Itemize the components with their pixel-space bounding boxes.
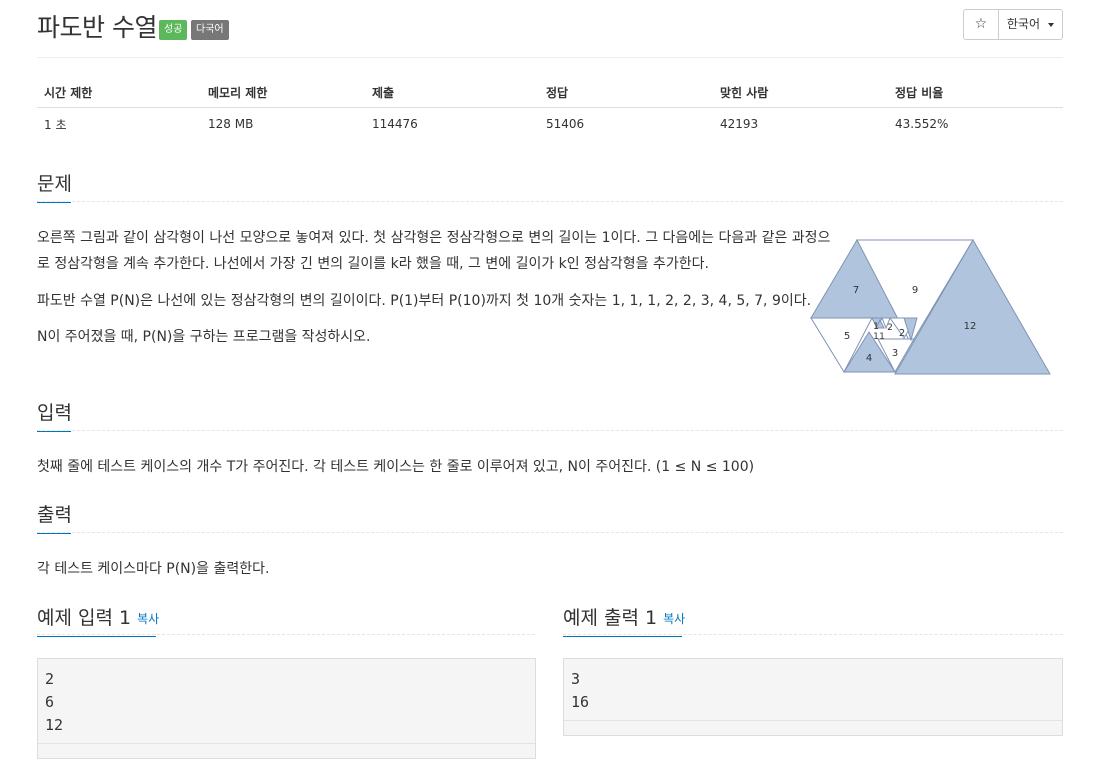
copy-sample-output-button[interactable]: 복사 bbox=[663, 612, 685, 626]
input-description: 첫째 줄에 테스트 케이스의 개수 T가 주어진다. 각 테스트 케이스는 한 … bbox=[37, 459, 755, 475]
padovan-spiral-figure: 7 9 5 1 2 1 1 2 4 3 12 bbox=[810, 239, 1051, 375]
figure-label: 1 bbox=[873, 332, 879, 342]
status-badge-multilang: 다국어 bbox=[191, 20, 229, 40]
sample-input-heading-text: 예제 입력 1 bbox=[37, 607, 132, 629]
heading-underline bbox=[37, 636, 156, 637]
table-header-cell: 정답 bbox=[539, 78, 713, 108]
star-icon: ☆ bbox=[974, 16, 988, 32]
problem-text-task: N이 주어졌을 때, P(N)을 구하는 프로그램을 작성하시오. bbox=[37, 329, 371, 345]
sample-input-line: 2 bbox=[45, 670, 55, 688]
status-badge-success: 성공 bbox=[159, 20, 188, 40]
output-description: 각 테스트 케이스마다 P(N)을 출력한다. bbox=[37, 561, 270, 577]
section-divider bbox=[37, 532, 1063, 533]
sample-input-line: 6 bbox=[45, 693, 55, 711]
sample-input-line: 12 bbox=[45, 716, 64, 734]
table-header-cell: 시간 제한 bbox=[37, 78, 201, 108]
table-cell: 114476 bbox=[372, 117, 418, 131]
page-title: 파도반 수열 bbox=[37, 13, 157, 42]
table-header-cell: 제출 bbox=[365, 78, 539, 108]
figure-label: 7 bbox=[853, 285, 859, 296]
output-heading: 출력 bbox=[37, 500, 72, 534]
problem-heading-text: 문제 bbox=[37, 173, 72, 195]
figure-label: 12 bbox=[964, 321, 977, 332]
figure-label: 2 bbox=[887, 323, 893, 333]
figure-label: 5 bbox=[844, 331, 850, 342]
caret-down-icon bbox=[1048, 22, 1054, 27]
star-button[interactable]: ☆ bbox=[962, 9, 999, 40]
sample-input-box[interactable]: 2 6 12 bbox=[37, 658, 536, 759]
table-header-cell: 맞힌 사람 bbox=[713, 78, 888, 108]
problem-text-sequence: 파도반 수열 P(N)은 나선에 있는 정삼각형의 변의 길이이다. P(1)부… bbox=[37, 293, 812, 309]
table-cell: 1 초 bbox=[44, 117, 67, 132]
input-heading: 입력 bbox=[37, 398, 72, 432]
problem-text-line: 로 정삼각형을 계속 추가한다. 나선에서 가장 긴 변의 길이를 k라 했을 … bbox=[37, 256, 709, 272]
heading-underline bbox=[37, 202, 71, 203]
figure-label: 1 bbox=[873, 322, 879, 332]
sample-output-line: 16 bbox=[571, 693, 590, 711]
sample-output-heading-text: 예제 출력 1 bbox=[563, 607, 658, 629]
heading-underline bbox=[563, 636, 682, 637]
sample-box-scroll-area bbox=[38, 743, 535, 758]
input-heading-text: 입력 bbox=[37, 402, 72, 424]
figure-label: 9 bbox=[912, 285, 918, 296]
header-divider bbox=[37, 57, 1063, 58]
header-actions: ☆ 한국어 bbox=[962, 9, 1063, 40]
problem-heading: 문제 bbox=[37, 169, 72, 203]
sample-output-line: 3 bbox=[571, 670, 581, 688]
sample-output-box[interactable]: 3 16 bbox=[563, 658, 1063, 736]
copy-sample-input-button[interactable]: 복사 bbox=[137, 612, 159, 626]
output-heading-text: 출력 bbox=[37, 504, 72, 526]
table-row: 1 초 128 MB 114476 51406 42193 43.552% bbox=[37, 108, 1063, 141]
problem-text-line: 오른쪽 그림과 같이 삼각형이 나선 모양으로 놓여져 있다. 첫 삼각형은 정… bbox=[37, 230, 831, 246]
table-header-cell: 정답 비율 bbox=[888, 78, 1063, 108]
table-cell: 128 MB bbox=[208, 117, 254, 131]
sample-input-heading: 예제 입력 1 복사 bbox=[37, 603, 159, 637]
sample-output-heading: 예제 출력 1 복사 bbox=[563, 603, 685, 637]
problem-info-table: 시간 제한 메모리 제한 제출 정답 맞힌 사람 정답 비율 1 초 128 M… bbox=[37, 78, 1063, 140]
section-divider bbox=[37, 430, 1063, 431]
sample-box-scroll-area bbox=[564, 720, 1062, 735]
problem-description: 오른쪽 그림과 같이 삼각형이 나선 모양으로 놓여져 있다. 첫 삼각형은 정… bbox=[37, 225, 831, 277]
language-dropdown[interactable]: 한국어 bbox=[997, 9, 1063, 40]
figure-label: 2 bbox=[899, 328, 905, 339]
table-cell: 51406 bbox=[546, 117, 585, 131]
heading-underline bbox=[37, 431, 71, 432]
figure-label: 4 bbox=[866, 353, 872, 364]
section-divider bbox=[37, 634, 535, 635]
heading-underline bbox=[37, 533, 71, 534]
language-label: 한국어 bbox=[1006, 17, 1040, 31]
table-cell: 42193 bbox=[720, 117, 759, 131]
section-divider bbox=[37, 201, 1063, 202]
table-header-cell: 메모리 제한 bbox=[201, 78, 365, 108]
figure-label: 1 bbox=[879, 332, 885, 342]
figure-label: 3 bbox=[892, 348, 898, 359]
table-header-row: 시간 제한 메모리 제한 제출 정답 맞힌 사람 정답 비율 bbox=[37, 78, 1063, 108]
section-divider bbox=[563, 634, 1063, 635]
table-cell: 43.552% bbox=[895, 117, 949, 131]
